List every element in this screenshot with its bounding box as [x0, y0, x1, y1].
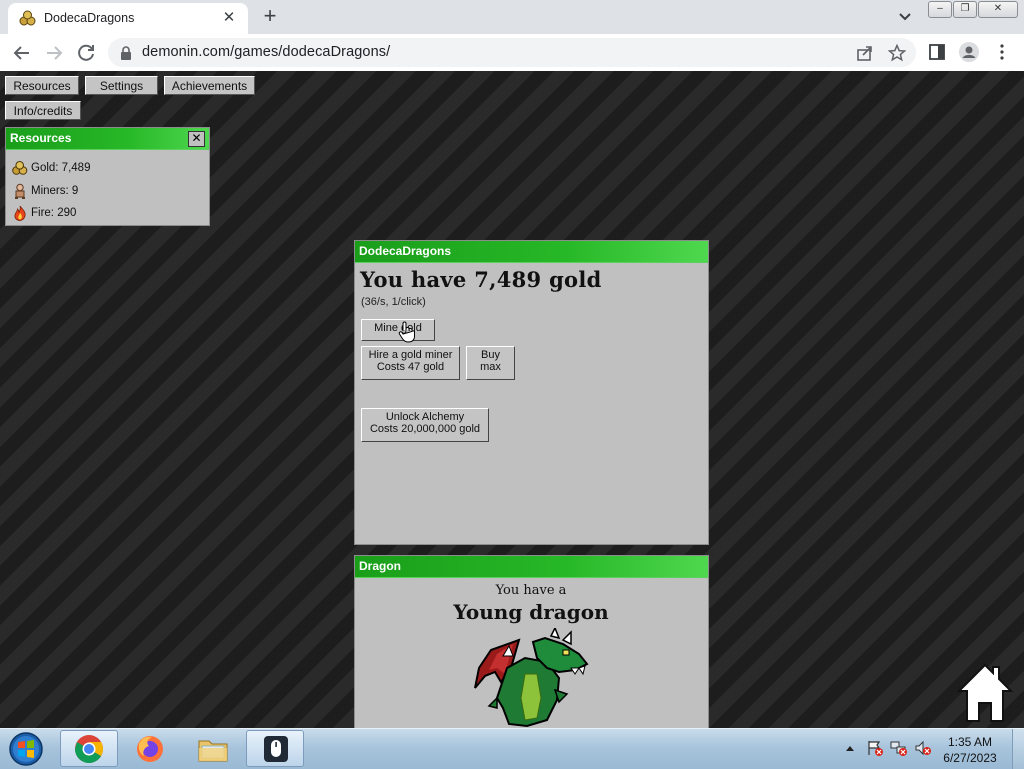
windows-taskbar: 1:35 AM 6/27/2023	[0, 728, 1024, 769]
dragon-panel-title: Dragon	[355, 556, 708, 578]
window-close-button[interactable]: ✕	[978, 1, 1018, 18]
browser-menu-icon[interactable]	[993, 43, 1011, 61]
firefox-icon	[137, 736, 163, 762]
unlock-alchemy-label: Unlock Alchemy	[385, 411, 465, 423]
taskbar-explorer-button[interactable]	[184, 730, 242, 767]
fire-icon	[14, 205, 26, 221]
tab-title: DodecaDragons	[44, 11, 135, 25]
gold-coins-icon	[12, 161, 28, 175]
browser-tab[interactable]: DodecaDragons ✕	[8, 3, 248, 34]
dragon-panel: Dragon You have a Young dragon	[354, 555, 709, 728]
tab-close-icon[interactable]: ✕	[220, 9, 238, 27]
buy-max-label-line2: max	[480, 361, 501, 373]
forward-arrow-icon[interactable]	[43, 42, 65, 64]
game-page: Resources Settings Achievements Info/cre…	[0, 71, 1024, 728]
lock-icon[interactable]	[120, 46, 132, 60]
back-arrow-icon[interactable]	[11, 42, 33, 64]
taskbar-firefox-button[interactable]	[122, 730, 180, 767]
gold-pile-favicon-icon	[19, 10, 36, 26]
nav-achievements-button[interactable]: Achievements	[164, 76, 255, 95]
share-icon[interactable]	[856, 44, 874, 62]
resource-gold-row: Gold: 7,489	[12, 161, 90, 179]
window-restore-button[interactable]: ❐	[953, 1, 977, 18]
hand-cursor-icon	[398, 321, 415, 343]
address-bar[interactable]: demonin.com/games/dodecaDragons/	[108, 38, 916, 67]
nav-resources-button[interactable]: Resources	[5, 76, 79, 95]
resources-panel-title: Resources	[6, 128, 209, 150]
clock-time: 1:35 AM	[947, 735, 993, 749]
taskbar-mouse-app-button[interactable]	[246, 730, 304, 767]
resource-gold-text: Gold: 7,489	[31, 162, 91, 175]
buy-max-button[interactable]: Buy max	[466, 346, 515, 380]
clock-date: 6/27/2023	[943, 751, 997, 765]
mouse-app-icon	[264, 736, 288, 762]
hire-miner-button[interactable]: Hire a gold miner Costs 47 gold	[361, 346, 460, 380]
unlock-alchemy-cost: Costs 20,000,000 gold	[369, 423, 481, 435]
tray-expand-arrow-icon[interactable]	[845, 744, 855, 752]
taskbar-chrome-button[interactable]	[60, 730, 118, 767]
url-text[interactable]: demonin.com/games/dodecaDragons/	[142, 44, 390, 60]
gold-panel-title: DodecaDragons	[355, 241, 708, 263]
folder-icon	[198, 740, 228, 762]
home-icon[interactable]	[955, 661, 1015, 725]
side-panel-icon[interactable]	[928, 43, 946, 61]
windows-start-orb-icon[interactable]	[6, 731, 46, 767]
nav-info-credits-button[interactable]: Info/credits	[5, 101, 81, 120]
dragon-name: Young dragon	[453, 600, 609, 624]
reload-icon[interactable]	[75, 42, 97, 64]
resources-panel: Resources ✕ Gold: 7,489 Miners: 9 Fire: …	[5, 127, 210, 226]
hire-miner-label: Hire a gold miner	[368, 349, 453, 361]
new-tab-button[interactable]: +	[260, 5, 280, 27]
resource-fire-text: Fire: 290	[31, 207, 77, 220]
miner-icon	[15, 183, 25, 199]
gold-amount-heading: You have 7,489 gold	[360, 267, 602, 292]
resource-fire-row: Fire: 290	[12, 205, 76, 223]
action-center-flag-icon[interactable]	[866, 739, 884, 757]
volume-muted-icon[interactable]	[914, 739, 932, 757]
tab-search-chevron-icon[interactable]	[896, 6, 914, 26]
browser-toolbar: demonin.com/games/dodecaDragons/	[0, 34, 1024, 72]
network-icon[interactable]	[890, 739, 908, 757]
browser-tab-strip: DodecaDragons ✕ + – ❐ ✕	[0, 0, 1024, 34]
nav-settings-button[interactable]: Settings	[85, 76, 158, 95]
system-clock[interactable]: 1:35 AM 6/27/2023	[935, 734, 1005, 766]
window-minimize-button[interactable]: –	[928, 1, 952, 18]
bookmark-star-icon[interactable]	[888, 44, 906, 62]
gold-rate-text: (36/s, 1/click)	[361, 296, 426, 308]
buy-max-label-line1: Buy	[481, 349, 500, 361]
resources-close-button[interactable]: ✕	[188, 131, 205, 147]
resource-miners-row: Miners: 9	[12, 183, 78, 201]
gold-panel: DodecaDragons You have 7,489 gold (36/s,…	[354, 240, 709, 545]
chrome-icon	[75, 735, 103, 763]
resource-miners-text: Miners: 9	[31, 185, 79, 198]
dragon-subtitle: You have a	[495, 583, 567, 598]
profile-avatar-icon[interactable]	[959, 42, 979, 62]
unlock-alchemy-button[interactable]: Unlock Alchemy Costs 20,000,000 gold	[361, 408, 489, 442]
hire-miner-cost: Costs 47 gold	[376, 361, 445, 373]
young-dragon-sprite-icon	[474, 628, 589, 728]
show-desktop-button[interactable]	[1012, 729, 1024, 769]
